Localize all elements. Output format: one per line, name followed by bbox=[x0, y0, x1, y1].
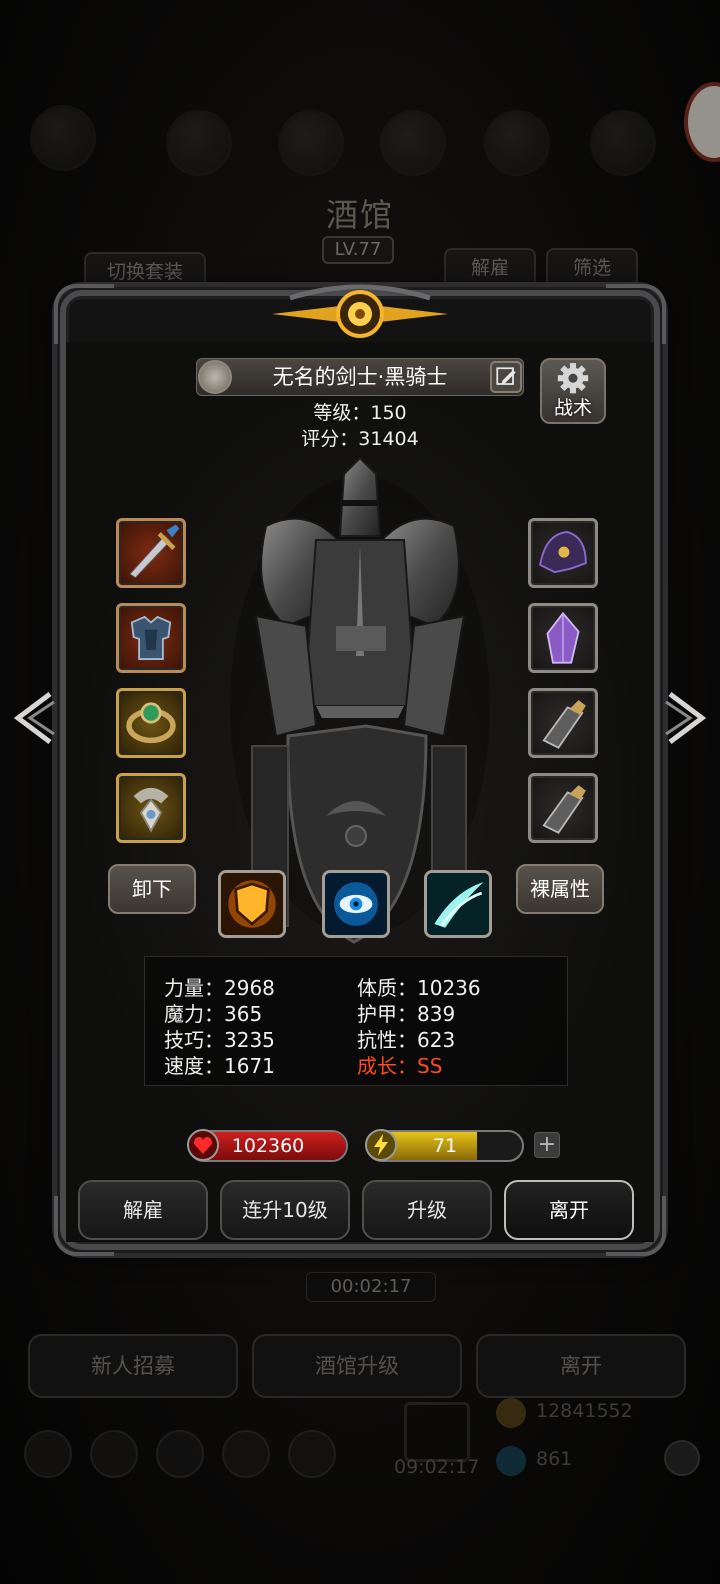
crystal-icon bbox=[546, 611, 580, 664]
shield-skill-icon bbox=[221, 873, 283, 935]
amulet-icon bbox=[133, 787, 169, 833]
pencil-icon bbox=[496, 367, 516, 385]
crest-emblem-icon bbox=[272, 284, 448, 338]
stat-growth: 成长：SS bbox=[357, 1054, 443, 1078]
skill-slot-1[interactable] bbox=[218, 870, 286, 938]
previous-hero-arrow-icon[interactable] bbox=[10, 688, 56, 748]
gold-amount: 12841552 bbox=[536, 1400, 633, 1422]
gauntlet-icon bbox=[542, 700, 586, 749]
tavern-upgrade-button: 酒馆升级 bbox=[252, 1334, 462, 1398]
ring-icon bbox=[126, 702, 176, 744]
edit-name-button[interactable] bbox=[490, 361, 522, 393]
stat-armor: 护甲：839 bbox=[357, 1002, 456, 1026]
hero-level: 等级：150 bbox=[313, 402, 407, 424]
gauntlet-icon bbox=[542, 785, 586, 834]
amulet-slot[interactable] bbox=[116, 773, 186, 843]
lightning-icon bbox=[365, 1129, 397, 1161]
ring-slot[interactable] bbox=[116, 688, 186, 758]
next-hero-arrow-icon[interactable] bbox=[664, 688, 710, 748]
hero-name: 无名的剑士·黑骑士 bbox=[272, 365, 448, 389]
gem-icon bbox=[496, 1446, 526, 1476]
bg-filter-button: 筛选 bbox=[546, 248, 638, 288]
bg-leave-button: 离开 bbox=[476, 1334, 686, 1398]
gift-timer: 09:02:17 bbox=[394, 1456, 480, 1478]
dock-icon bbox=[288, 1430, 336, 1478]
weapon-slot[interactable] bbox=[116, 518, 186, 588]
stat-constitution: 体质：10236 bbox=[357, 976, 481, 1000]
heart-icon bbox=[187, 1129, 219, 1161]
armor-slot[interactable] bbox=[116, 603, 186, 673]
gem-slot[interactable] bbox=[528, 603, 598, 673]
bare-stats-button[interactable]: 裸属性 bbox=[516, 864, 604, 914]
glove-slot-2[interactable] bbox=[528, 773, 598, 843]
gem-amount: 861 bbox=[536, 1448, 573, 1470]
menu-icon bbox=[166, 110, 232, 176]
stat-skill: 技巧：3235 bbox=[164, 1028, 275, 1052]
gold-icon bbox=[496, 1398, 526, 1428]
bg-dismiss-button: 解雇 bbox=[444, 248, 536, 288]
skill-slot-3[interactable] bbox=[424, 870, 492, 938]
unequip-button[interactable]: 卸下 bbox=[108, 864, 196, 914]
menu-icon bbox=[278, 110, 344, 176]
menu-icon bbox=[380, 110, 446, 176]
stat-magic: 魔力：365 bbox=[164, 1002, 263, 1026]
dock-icon bbox=[222, 1430, 270, 1478]
tavern-title: 酒馆 bbox=[325, 196, 394, 234]
armor-icon bbox=[130, 615, 172, 660]
leave-button[interactable]: 离开 bbox=[504, 1180, 634, 1240]
dock-icon bbox=[156, 1430, 204, 1478]
menu-icon bbox=[484, 110, 550, 176]
head-slot[interactable] bbox=[528, 518, 598, 588]
level-up-button[interactable]: 升级 bbox=[362, 1180, 492, 1240]
stat-resistance: 抗性：623 bbox=[357, 1028, 456, 1052]
level-up-10-button[interactable]: 连升10级 bbox=[220, 1180, 350, 1240]
recruit-button: 新人招募 bbox=[28, 1334, 238, 1398]
gift-icon bbox=[404, 1402, 470, 1462]
dock-icon bbox=[24, 1430, 72, 1478]
dock-icon bbox=[90, 1430, 138, 1478]
chicken-icon bbox=[30, 105, 96, 171]
recruit-timer: 00:02:17 bbox=[306, 1272, 436, 1302]
hero-score: 评分：31404 bbox=[301, 428, 419, 450]
frame-corner bbox=[606, 284, 666, 344]
add-icon bbox=[664, 1440, 700, 1476]
add-energy-button[interactable]: + bbox=[534, 1132, 560, 1158]
tavern-level: LV.77 bbox=[322, 236, 394, 264]
helmet-icon bbox=[539, 531, 587, 574]
sword-icon bbox=[129, 524, 180, 579]
menu-icon bbox=[590, 110, 656, 176]
stat-strength: 力量：2968 bbox=[164, 976, 275, 1000]
glove-slot[interactable] bbox=[528, 688, 598, 758]
dismiss-button[interactable]: 解雇 bbox=[78, 1180, 208, 1240]
frame-corner bbox=[54, 284, 114, 344]
skill-slot-2[interactable] bbox=[322, 870, 390, 938]
eye-skill-icon bbox=[325, 873, 387, 935]
stat-speed: 速度：1671 bbox=[164, 1054, 275, 1078]
slash-skill-icon bbox=[427, 873, 489, 935]
